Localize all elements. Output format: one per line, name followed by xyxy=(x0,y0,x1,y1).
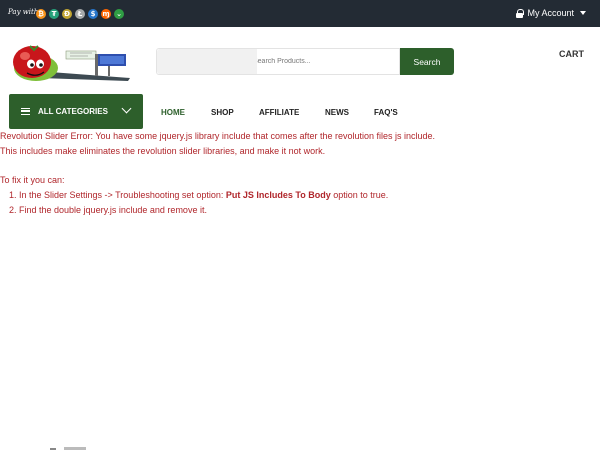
chevron-coin-icon: ⌄ xyxy=(114,9,124,19)
chevron-down-icon xyxy=(121,103,132,114)
litecoin-icon: Ł xyxy=(75,9,85,19)
fix-step-1: 1. In the Slider Settings -> Troubleshoo… xyxy=(9,190,388,200)
search-button[interactable]: Search xyxy=(400,48,454,75)
search-bar: Search xyxy=(156,48,454,75)
nav-home[interactable]: HOME xyxy=(161,108,185,117)
fix-step-1-option: Put JS Includes To Body xyxy=(225,190,331,200)
all-categories-button[interactable]: ALL CATEGORIES xyxy=(9,94,143,129)
dogecoin-icon: Ð xyxy=(62,9,72,19)
nav-affiliate[interactable]: AFFILIATE xyxy=(259,108,299,117)
fix-step-2: 2. Find the double jquery.js include and… xyxy=(9,205,207,215)
slider-error-line-1: Revolution Slider Error: You have some j… xyxy=(0,131,436,141)
nav-shop[interactable]: SHOP xyxy=(211,108,234,117)
usdc-icon: $ xyxy=(88,9,98,19)
hamburger-icon xyxy=(21,108,30,115)
top-bar: Pay with ₿ ₮ Ð Ł $ ɱ ⌄ My Account xyxy=(0,0,600,27)
payment-methods: ₿ ₮ Ð Ł $ ɱ ⌄ xyxy=(36,9,124,20)
pay-with-label: Pay with xyxy=(8,8,39,16)
site-logo[interactable] xyxy=(10,42,130,82)
tether-icon: ₮ xyxy=(49,9,59,19)
nav-news[interactable]: NEWS xyxy=(325,108,349,117)
all-categories-label: ALL CATEGORIES xyxy=(38,107,108,116)
my-account-menu[interactable]: My Account xyxy=(516,8,586,18)
lock-icon xyxy=(516,8,525,18)
search-input[interactable] xyxy=(156,48,400,75)
fix-step-1-suffix: option to true. xyxy=(330,190,389,200)
nav-faqs[interactable]: FAQ'S xyxy=(374,108,398,117)
bitcoin-icon: ₿ xyxy=(36,9,46,19)
footer-fragment xyxy=(50,447,86,450)
caret-down-icon xyxy=(580,11,586,15)
fix-intro: To fix it you can: xyxy=(0,175,65,185)
cart-link[interactable]: CART xyxy=(559,49,584,59)
my-account-label: My Account xyxy=(527,8,574,18)
slider-error-line-2: This includes make eliminates the revolu… xyxy=(0,146,326,156)
fix-step-1-text: 1. In the Slider Settings -> Troubleshoo… xyxy=(9,190,226,200)
monero-icon: ɱ xyxy=(101,9,111,19)
